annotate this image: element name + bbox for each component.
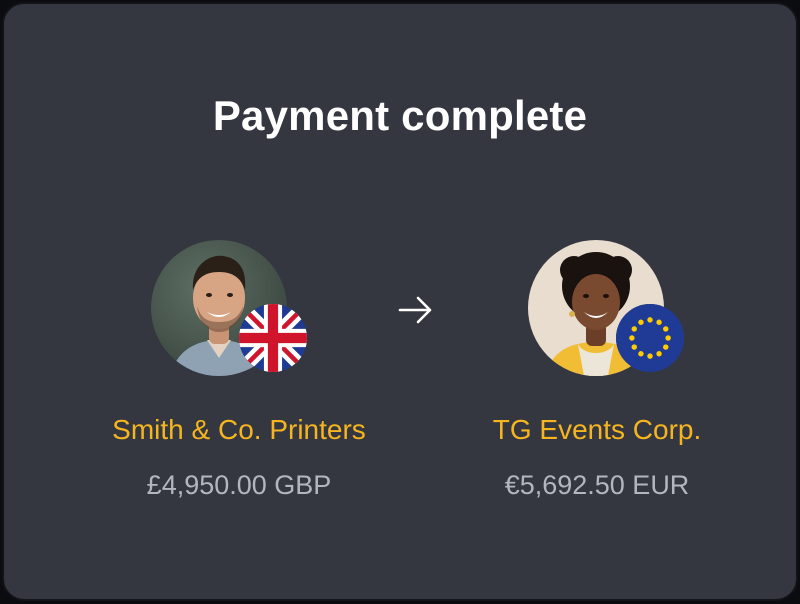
sender-amount: £4,950.00 GBP [146, 470, 332, 500]
payment-complete-card: Payment complete Smith & Co. Printers £4… [2, 2, 798, 601]
sender-party: Smith & Co. Printers £4,950.00 GBP [59, 4, 419, 604]
recipient-party: TG Events Corp. €5,692.50 EUR [417, 4, 777, 604]
sender-avatar-group [151, 240, 307, 376]
eu-flag-icon [616, 304, 684, 372]
recipient-name: TG Events Corp. [492, 414, 702, 445]
uk-flag-icon [239, 304, 307, 372]
recipient-amount: €5,692.50 EUR [504, 470, 690, 500]
recipient-avatar-group [528, 240, 684, 376]
sender-name: Smith & Co. Printers [112, 414, 366, 445]
